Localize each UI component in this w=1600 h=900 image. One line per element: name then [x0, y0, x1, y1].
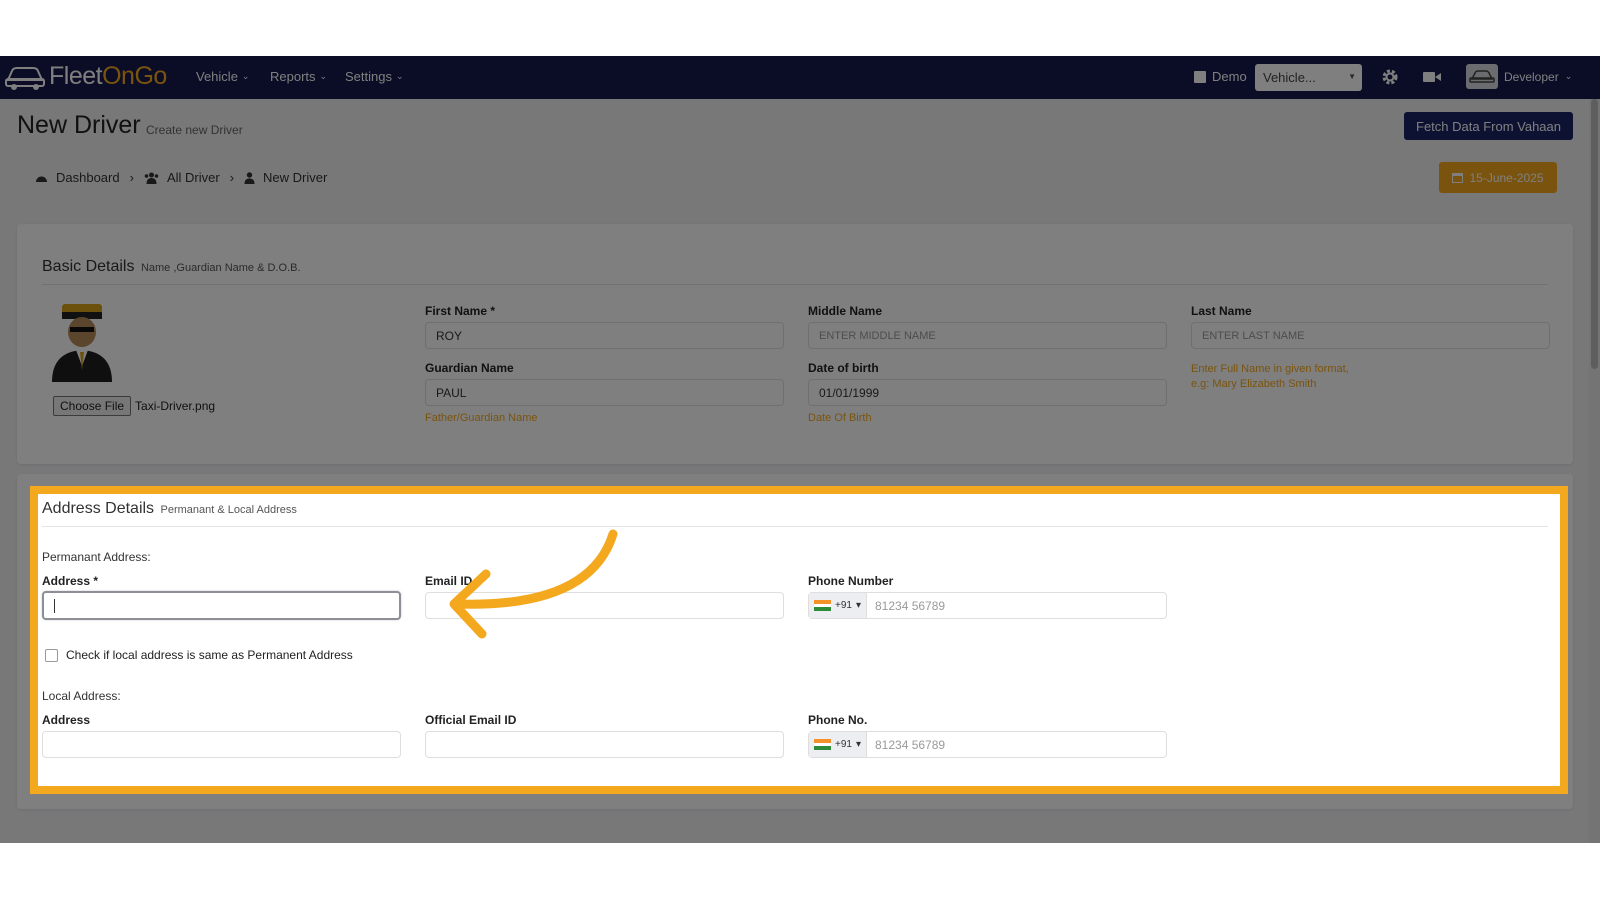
india-flag-icon	[814, 739, 831, 751]
local-address-heading: Local Address:	[42, 689, 121, 703]
address-input[interactable]	[42, 591, 401, 620]
middle-name-input[interactable]: ENTER MIDDLE NAME	[808, 322, 1167, 349]
breadcrumb-all-driver[interactable]: All Driver ›	[144, 170, 234, 185]
phone-input[interactable]: +91 ▾ 81234 56789	[808, 592, 1167, 619]
chevron-down-icon: ⌄	[319, 71, 328, 81]
breadcrumb-new-driver: New Driver	[244, 170, 327, 185]
chevron-down-icon: ⌄	[241, 71, 250, 81]
nav-settings[interactable]: Settings ⌄	[345, 69, 404, 84]
demo-label: Demo	[1212, 69, 1247, 84]
last-name-input[interactable]: ENTER LAST NAME	[1191, 322, 1550, 349]
top-navbar: FleetOnGo Vehicle ⌄ Reports ⌄ Settings ⌄ De…	[0, 56, 1600, 99]
dob-input[interactable]: 01/01/1999	[808, 379, 1167, 406]
first-name-input[interactable]: ROY	[425, 322, 784, 349]
car-icon	[5, 67, 45, 90]
address-details-heading: Address Details Permanant & Local Addres…	[42, 500, 297, 517]
user-name: Developer	[1504, 69, 1559, 84]
user-icon	[244, 171, 255, 184]
file-picker[interactable]: Choose File Taxi-Driver.png	[53, 396, 215, 416]
fetch-vahaan-button[interactable]: Fetch Data From Vahaan	[1404, 112, 1573, 140]
gear-icon[interactable]	[1381, 68, 1399, 86]
vehicle-select[interactable]: Vehicle... ▼	[1255, 64, 1362, 91]
caret-down-icon: ▾	[855, 600, 861, 611]
permanent-address-heading: Permanant Address:	[42, 550, 151, 564]
chevron-down-icon: ⌄	[1564, 71, 1573, 81]
name-format-hint: Enter Full Name in given format,	[1191, 363, 1349, 375]
nav-reports[interactable]: Reports ⌄	[270, 69, 327, 84]
text-cursor	[54, 599, 55, 613]
app-frame: FleetOnGo Vehicle ⌄ Reports ⌄ Settings ⌄ De…	[0, 56, 1600, 843]
breadcrumb: Dashboard › All Driver › New Driver	[35, 170, 337, 185]
local-phone-placeholder: 81234 56789	[875, 737, 946, 752]
last-name-label: Last Name	[1191, 304, 1252, 318]
divider	[42, 284, 1548, 285]
file-name: Taxi-Driver.png	[135, 399, 216, 413]
basic-details-heading: Basic Details Name ,Guardian Name & D.O.…	[42, 258, 301, 275]
phone-label: Phone Number	[808, 574, 894, 588]
guardian-hint: Father/Guardian Name	[425, 412, 538, 424]
demo-checkbox[interactable]	[1194, 70, 1206, 83]
country-code-select[interactable]: +91 ▾	[809, 593, 867, 618]
official-email-input[interactable]	[425, 731, 784, 758]
avatar	[1466, 64, 1498, 89]
phone-placeholder: 81234 56789	[875, 598, 946, 613]
guardian-name-input[interactable]: PAUL	[425, 379, 784, 406]
local-address-label: Address	[42, 713, 91, 727]
nav-vehicle[interactable]: Vehicle ⌄	[196, 69, 249, 84]
dashboard-icon	[36, 176, 47, 182]
date-badge: 15-June-2025	[1439, 162, 1557, 193]
local-phone-input[interactable]: +91 ▾ 81234 56789	[808, 731, 1167, 758]
scrollbar-thumb[interactable]	[1591, 99, 1598, 369]
same-address-label: Check if local address is same as Perman…	[66, 648, 353, 662]
driver-photo	[52, 304, 112, 382]
logo-text: FleetOnGo	[49, 61, 167, 90]
address-label: Address *	[42, 574, 99, 588]
dropdown-arrow-icon: ▼	[1348, 72, 1356, 81]
country-code-select[interactable]: +91 ▾	[809, 732, 867, 757]
users-icon	[144, 172, 159, 184]
dob-label: Date of birth	[808, 361, 879, 375]
app-logo[interactable]: FleetOnGo	[4, 60, 167, 92]
address-details-card: Address Details Permanant & Local Addres…	[17, 474, 1573, 809]
demo-toggle[interactable]: Demo	[1194, 69, 1247, 84]
page-subtitle: Create new Driver	[146, 123, 243, 137]
middle-name-label: Middle Name	[808, 304, 883, 318]
video-camera-icon[interactable]	[1423, 70, 1441, 84]
caret-down-icon: ▾	[855, 739, 861, 750]
official-email-label: Official Email ID	[425, 713, 517, 727]
divider	[42, 526, 1548, 527]
same-address-checkbox[interactable]: Check if local address is same as Perman…	[45, 648, 353, 662]
breadcrumb-dashboard[interactable]: Dashboard ›	[35, 170, 134, 185]
name-example-hint: e.g: Mary Elizabeth Smith	[1191, 378, 1317, 390]
dob-hint: Date Of Birth	[808, 412, 872, 424]
email-label: Email ID	[425, 574, 473, 588]
email-input[interactable]	[425, 592, 784, 619]
guardian-name-label: Guardian Name	[425, 361, 514, 375]
scrollbar[interactable]	[1589, 99, 1600, 843]
choose-file-button[interactable]: Choose File	[53, 396, 132, 416]
local-phone-label: Phone No.	[808, 713, 868, 727]
page-title: New Driver	[17, 111, 141, 139]
calendar-icon	[1452, 173, 1464, 183]
checkbox[interactable]	[45, 648, 58, 662]
first-name-label: First Name *	[425, 304, 496, 318]
chevron-down-icon: ⌄	[395, 71, 404, 81]
user-menu[interactable]: Developer ⌄	[1466, 64, 1572, 89]
india-flag-icon	[814, 600, 831, 612]
local-address-input[interactable]	[42, 731, 401, 758]
basic-details-card: Basic Details Name ,Guardian Name & D.O.…	[17, 224, 1573, 464]
